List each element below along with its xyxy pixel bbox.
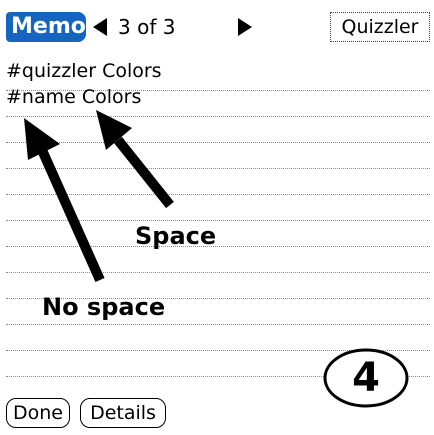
details-button[interactable]: Details [80,398,166,428]
annotation-arrow [24,118,105,283]
annotation-arrow [96,110,174,209]
memo-screen: Memo 3 of 3 Quizzler #quizzler Colors #n… [0,0,434,435]
step-number: 4 [352,355,380,401]
space-label: Space [135,222,217,250]
done-button[interactable]: Done [6,398,70,428]
no-space-label: No space [42,293,166,321]
